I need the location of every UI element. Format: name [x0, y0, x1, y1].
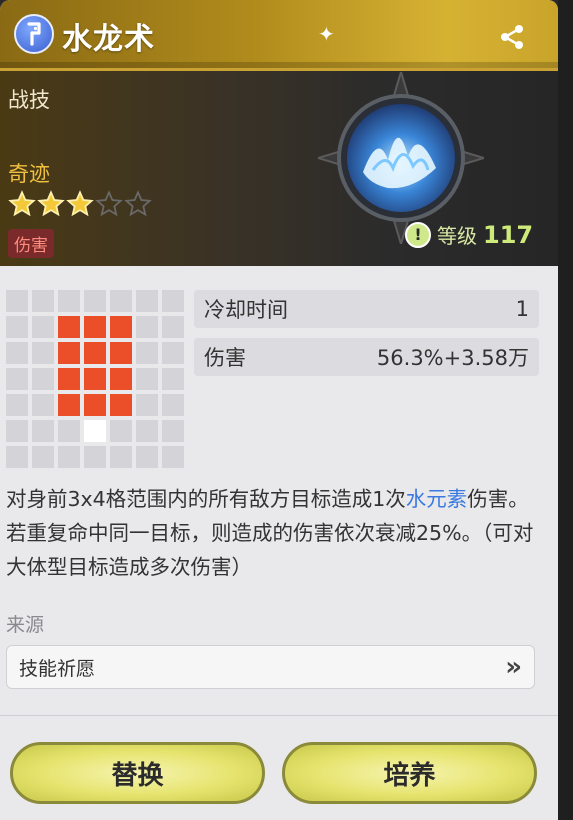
skill-type-icon [14, 14, 54, 54]
range-cell [32, 394, 54, 416]
range-cell-hit [110, 368, 132, 390]
double-chevron-icon: » [505, 652, 522, 682]
range-cell [6, 420, 28, 442]
skill-emblem-icon [318, 72, 484, 244]
level-box: ! 等级 117 [405, 220, 533, 249]
range-cell [136, 420, 158, 442]
range-cell-self [84, 420, 106, 442]
range-cell [6, 342, 28, 364]
range-cell-hit [84, 342, 106, 364]
skill-detail-card: 水龙术 ✦ 战技 奇迹 伤害 ! 等级 117 冷却时间 1 伤害 56.3%+… [0, 0, 558, 820]
range-cell [162, 446, 184, 468]
range-cell [6, 290, 28, 312]
range-cell [58, 446, 80, 468]
range-cell [162, 420, 184, 442]
attack-range-grid [6, 290, 188, 472]
range-cell [136, 342, 158, 364]
window-edge [558, 0, 573, 820]
range-cell [84, 290, 106, 312]
range-cell [162, 368, 184, 390]
range-cell [6, 394, 28, 416]
range-cell-hit [110, 316, 132, 338]
source-item-skill-wish[interactable]: 技能祈愿 » [6, 645, 535, 689]
skill-description: 对身前3x4格范围内的所有敌方目标造成1次水元素伤害。若重复命中同一目标，则造成… [6, 482, 546, 584]
description-text: 对身前3x4格范围内的所有敌方目标造成1次 [6, 487, 406, 511]
range-cell [32, 420, 54, 442]
level-label: 等级 [437, 224, 477, 248]
range-cell [110, 446, 132, 468]
sparkle-icon: ✦ [318, 22, 335, 46]
stat-value: 1 [515, 297, 529, 321]
star-filled-icon [66, 190, 94, 217]
stat-label: 冷却时间 [204, 298, 288, 322]
range-cell-hit [84, 316, 106, 338]
range-cell [136, 394, 158, 416]
range-cell [6, 446, 28, 468]
skill-category: 战技 [8, 88, 50, 112]
range-cell [58, 290, 80, 312]
star-filled-icon [37, 190, 65, 217]
source-label: 来源 [6, 614, 45, 636]
range-cell [84, 446, 106, 468]
header-bar: 水龙术 ✦ [0, 0, 558, 68]
range-cell-hit [84, 394, 106, 416]
star-filled-icon [8, 190, 36, 217]
range-cell [6, 316, 28, 338]
range-cell [162, 394, 184, 416]
range-cell [136, 290, 158, 312]
rarity-label: 奇迹 [8, 162, 50, 186]
info-icon[interactable]: ! [405, 221, 431, 248]
range-cell [110, 420, 132, 442]
stat-value: 56.3%+3.58万 [376, 346, 529, 370]
level-value: 117 [483, 220, 534, 249]
range-cell-hit [110, 394, 132, 416]
range-cell [32, 342, 54, 364]
range-cell-hit [84, 368, 106, 390]
star-empty-icon [95, 190, 123, 217]
range-cell [32, 316, 54, 338]
range-cell [110, 290, 132, 312]
element-keyword[interactable]: 水元素 [406, 487, 468, 511]
range-cell [32, 446, 54, 468]
range-cell-hit [110, 342, 132, 364]
divider [0, 715, 558, 716]
skill-hero: 战技 奇迹 伤害 ! 等级 117 [0, 68, 558, 266]
range-cell [162, 342, 184, 364]
hero-accent-line [0, 68, 558, 71]
range-cell [136, 368, 158, 390]
share-icon[interactable] [497, 22, 527, 52]
rarity-stars [8, 190, 152, 218]
range-cell-hit [58, 368, 80, 390]
range-cell-hit [58, 316, 80, 338]
range-cell [136, 316, 158, 338]
star-empty-icon [124, 190, 152, 217]
damage-tag: 伤害 [8, 229, 54, 258]
skill-title: 水龙术 [62, 22, 155, 57]
range-cell [162, 290, 184, 312]
source-item-label: 技能祈愿 [19, 657, 96, 680]
range-cell [32, 290, 54, 312]
replace-button[interactable]: 替换 [10, 742, 265, 804]
range-cell [32, 368, 54, 390]
stat-cooldown: 冷却时间 1 [194, 290, 539, 328]
range-cell-hit [58, 394, 80, 416]
range-cell [58, 420, 80, 442]
stat-damage: 伤害 56.3%+3.58万 [194, 338, 539, 376]
train-button[interactable]: 培养 [282, 742, 537, 804]
range-cell [6, 368, 28, 390]
range-cell-hit [58, 342, 80, 364]
range-cell [136, 446, 158, 468]
stat-label: 伤害 [204, 346, 246, 370]
range-cell [162, 316, 184, 338]
